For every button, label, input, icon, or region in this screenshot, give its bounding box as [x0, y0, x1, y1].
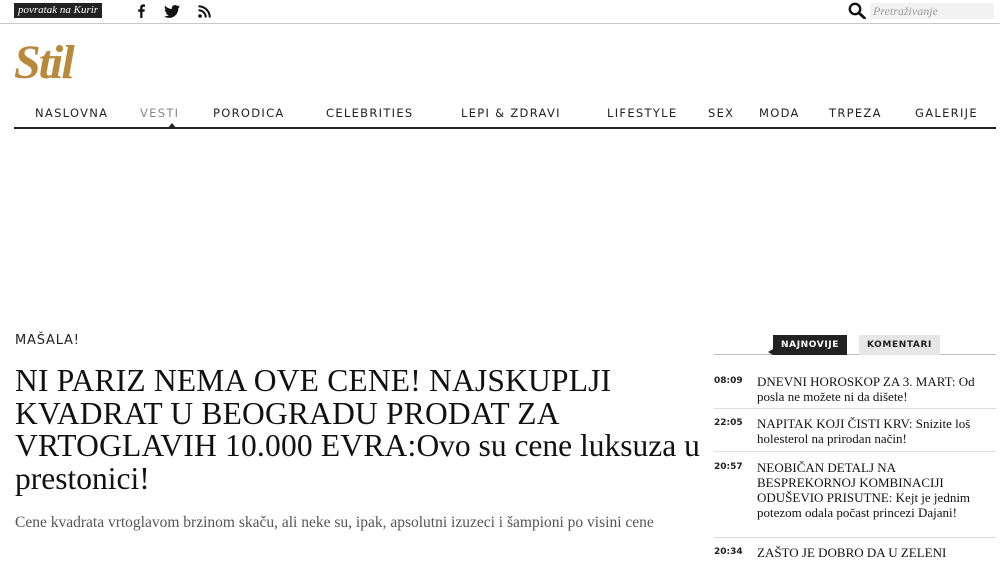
news-title[interactable]: ZAŠTO JE DOBRO DA U ZELENI [757, 545, 992, 560]
twitter-icon[interactable] [164, 4, 180, 18]
site-logo[interactable]: Stil [14, 38, 75, 88]
nav-item-moda[interactable]: MODA [759, 106, 800, 120]
rss-icon[interactable] [196, 4, 212, 18]
search-box [848, 2, 996, 20]
active-nav-indicator [167, 123, 177, 129]
nav-item-porodica[interactable]: PORODICA [213, 106, 285, 120]
news-item[interactable]: 22:05 NAPITAK KOJI ČISTI KRV: Snizite lo… [714, 416, 996, 452]
nav-item-lepi-zdravi[interactable]: LEPI & ZDRAVI [461, 106, 561, 120]
news-item[interactable]: 20:57 NEOBIČAN DETALJ NA BESPREKORNOJ KO… [714, 460, 996, 538]
facebook-icon[interactable] [133, 4, 149, 18]
article-headline[interactable]: NI PARIZ NEMA OVE CENE! NAJSKUPLJI KVADR… [15, 364, 705, 495]
top-bar: povratak na Kurir [0, 0, 1000, 24]
nav-item-naslovna[interactable]: NASLOVNA [35, 106, 108, 120]
search-icon[interactable] [848, 2, 866, 20]
nav-item-lifestyle[interactable]: LIFESTYLE [607, 106, 677, 120]
article-lead: Cene kvadrata vrtoglavom brzinom skaču, … [15, 514, 654, 531]
news-time: 22:05 [714, 418, 743, 428]
tab-komentari[interactable]: KOMENTARI [859, 335, 940, 355]
news-item[interactable]: 20:34 ZAŠTO JE DOBRO DA U ZELENI [714, 545, 996, 563]
article-kicker: MAŠALA! [15, 333, 80, 348]
back-to-kurir-link[interactable]: povratak na Kurir [14, 3, 103, 18]
main-nav: NASLOVNA VESTI PORODICA CELEBRITIES LEPI… [14, 104, 996, 129]
news-time: 08:09 [714, 376, 743, 386]
news-time: 20:57 [714, 462, 743, 472]
nav-item-celebrities[interactable]: CELEBRITIES [326, 106, 414, 120]
nav-item-galerije[interactable]: GALERIJE [915, 106, 978, 120]
nav-item-trpeza[interactable]: TRPEZA [829, 106, 882, 120]
news-title[interactable]: DNEVNI HOROSKOP ZA 3. MART: Od posla ne … [757, 374, 992, 404]
sidebar-tabs: NAJNOVIJE KOMENTARI [714, 335, 996, 355]
nav-item-sex[interactable]: SEX [708, 106, 734, 120]
news-item[interactable]: 08:09 DNEVNI HOROSKOP ZA 3. MART: Od pos… [714, 374, 996, 409]
news-title[interactable]: NEOBIČAN DETALJ NA BESPREKORNOJ KOMBINAC… [757, 460, 992, 520]
news-title[interactable]: NAPITAK KOJI ČISTI KRV: Snizite loš hole… [757, 416, 992, 446]
nav-item-vesti[interactable]: VESTI [140, 106, 179, 120]
tab-najnovije[interactable]: NAJNOVIJE [773, 335, 847, 355]
search-input[interactable] [870, 3, 994, 19]
news-time: 20:34 [714, 547, 743, 557]
